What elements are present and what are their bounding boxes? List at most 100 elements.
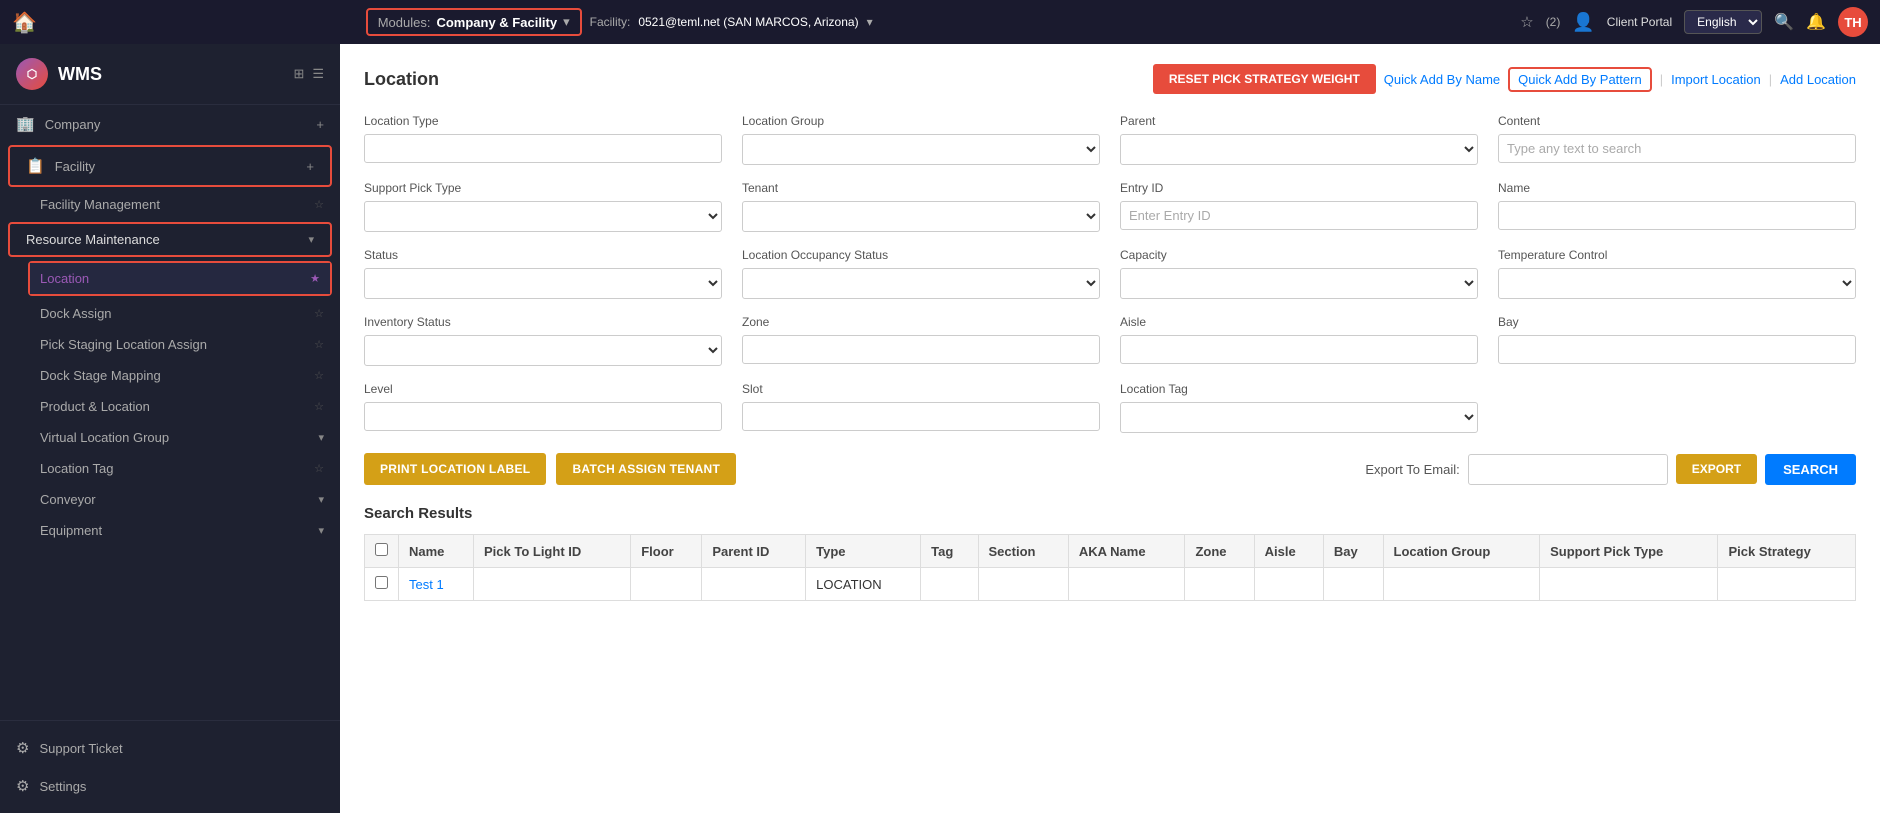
top-bar-right: ☆ (2) 👤 Client Portal English 🔍 🔔 TH	[1520, 7, 1868, 37]
reset-pick-strategy-button[interactable]: RESET PICK STRATEGY WEIGHT	[1153, 64, 1376, 94]
select-location-tag[interactable]	[1120, 402, 1478, 433]
sidebar-item-virtual-location-group[interactable]: Virtual Location Group ▾	[0, 422, 340, 453]
quick-add-by-pattern-button[interactable]: Quick Add By Pattern	[1510, 69, 1650, 90]
filter-location-tag: Location Tag	[1120, 382, 1478, 433]
sidebar-item-location-tag[interactable]: Location Tag ☆	[0, 453, 340, 484]
equipment-chevron-icon: ▾	[318, 524, 324, 537]
add-facility-icon[interactable]: +	[306, 159, 314, 174]
export-button[interactable]: EXPORT	[1676, 454, 1757, 484]
sidebar-item-equipment[interactable]: Equipment ▾	[0, 515, 340, 546]
sidebar-item-company[interactable]: 🏢 Company +	[0, 105, 340, 143]
sidebar-item-conveyor[interactable]: Conveyor ▾	[0, 484, 340, 515]
star-dock-assign-icon[interactable]: ☆	[314, 307, 324, 320]
select-capacity[interactable]	[1120, 268, 1478, 299]
sidebar-label-support-ticket: Support Ticket	[39, 741, 122, 756]
sidebar-item-product-location[interactable]: Product & Location ☆	[0, 391, 340, 422]
th-aisle: Aisle	[1254, 535, 1323, 568]
top-bar: 🏠 Modules: Company & Facility ▾ Facility…	[0, 0, 1880, 44]
input-level[interactable]	[364, 402, 722, 431]
star-icon[interactable]: ☆	[1520, 13, 1533, 31]
td-pick-strategy	[1718, 568, 1856, 601]
sidebar-item-settings[interactable]: ⚙ Settings	[0, 767, 340, 805]
sidebar-label-conveyor: Conveyor	[40, 492, 96, 507]
label-tenant: Tenant	[742, 181, 1100, 195]
star-location-tag-icon[interactable]: ☆	[314, 462, 324, 475]
sidebar-item-facility-management[interactable]: Facility Management ☆	[0, 189, 340, 220]
grid-icon[interactable]: ⊞	[293, 66, 304, 82]
sidebar-logo: ⬡	[16, 58, 48, 90]
star-product-location-icon[interactable]: ☆	[314, 400, 324, 413]
table-row: Test 1 LOCATION	[365, 568, 1856, 601]
sidebar-item-support-ticket[interactable]: ⚙ Support Ticket	[0, 729, 340, 767]
star-facility-management-icon[interactable]: ☆	[314, 198, 324, 211]
select-all-checkbox[interactable]	[375, 543, 388, 556]
conveyor-chevron-icon: ▾	[318, 493, 324, 506]
bell-icon[interactable]: 🔔	[1806, 14, 1826, 31]
sidebar-item-dock-stage-mapping[interactable]: Dock Stage Mapping ☆	[0, 360, 340, 391]
filter-parent: Parent	[1120, 114, 1478, 165]
select-location-group[interactable]	[742, 134, 1100, 165]
input-location-type[interactable]	[364, 134, 722, 163]
facility-chevron-icon[interactable]: ▾	[867, 15, 873, 29]
home-icon[interactable]: 🏠	[12, 10, 37, 35]
export-area: Export To Email: EXPORT SEARCH	[1365, 454, 1856, 485]
print-location-label-button[interactable]: PRINT LOCATION LABEL	[364, 453, 546, 485]
label-inventory-status: Inventory Status	[364, 315, 722, 329]
batch-assign-tenant-button[interactable]: BATCH ASSIGN TENANT	[556, 453, 736, 485]
input-name[interactable]	[1498, 201, 1856, 230]
star-pick-staging-icon[interactable]: ☆	[314, 338, 324, 351]
modules-value: Company & Facility	[436, 15, 557, 30]
label-support-pick-type: Support Pick Type	[364, 181, 722, 195]
label-location-type: Location Type	[364, 114, 722, 128]
td-support-pick-type	[1540, 568, 1718, 601]
th-name: Name	[399, 535, 474, 568]
th-section: Section	[978, 535, 1068, 568]
input-zone[interactable]	[742, 335, 1100, 364]
sidebar-item-pick-staging[interactable]: Pick Staging Location Assign ☆	[0, 329, 340, 360]
export-email-input[interactable]	[1468, 454, 1668, 485]
td-name[interactable]: Test 1	[399, 568, 474, 601]
results-title: Search Results	[364, 505, 1856, 522]
sidebar-item-resource-maintenance-wrapper: Resource Maintenance ▾	[8, 222, 332, 257]
select-support-pick-type[interactable]	[364, 201, 722, 232]
language-select[interactable]: English	[1684, 10, 1762, 34]
select-temperature-control[interactable]	[1498, 268, 1856, 299]
input-aisle[interactable]	[1120, 335, 1478, 364]
input-slot[interactable]	[742, 402, 1100, 431]
filter-grid: Location Type Location Group Parent Cont…	[364, 114, 1856, 433]
input-content[interactable]	[1498, 134, 1856, 163]
select-location-occupancy-status[interactable]	[742, 268, 1100, 299]
star-dock-stage-mapping-icon[interactable]: ☆	[314, 369, 324, 382]
sidebar-item-dock-assign[interactable]: Dock Assign ☆	[0, 298, 340, 329]
user-icon[interactable]: 👤	[1572, 12, 1594, 33]
input-bay[interactable]	[1498, 335, 1856, 364]
quick-add-by-name-button[interactable]: Quick Add By Name	[1384, 72, 1500, 87]
select-inventory-status[interactable]	[364, 335, 722, 366]
search-button[interactable]: SEARCH	[1765, 454, 1856, 485]
avatar[interactable]: TH	[1838, 7, 1868, 37]
input-entry-id[interactable]	[1120, 201, 1478, 230]
sidebar-item-facility[interactable]: 📋 Facility +	[10, 147, 330, 185]
select-parent[interactable]	[1120, 134, 1478, 165]
add-company-icon[interactable]: +	[316, 117, 324, 132]
import-location-button[interactable]: Import Location	[1671, 72, 1761, 87]
select-tenant[interactable]	[742, 201, 1100, 232]
sidebar-item-location[interactable]: Location ★	[30, 263, 330, 294]
menu-icon[interactable]: ☰	[312, 66, 324, 82]
add-location-button[interactable]: Add Location	[1780, 72, 1856, 87]
th-aka-name: AKA Name	[1068, 535, 1185, 568]
modules-chevron-icon[interactable]: ▾	[563, 14, 570, 30]
star-location-icon[interactable]: ★	[310, 272, 320, 285]
sidebar-item-resource-maintenance[interactable]: Resource Maintenance ▾	[10, 224, 330, 255]
label-aisle: Aisle	[1120, 315, 1478, 329]
label-slot: Slot	[742, 382, 1100, 396]
label-temperature-control: Temperature Control	[1498, 248, 1856, 262]
select-status[interactable]	[364, 268, 722, 299]
client-portal-link[interactable]: Client Portal	[1607, 15, 1672, 29]
modules-pill[interactable]: Modules: Company & Facility ▾	[366, 8, 582, 36]
row-checkbox[interactable]	[375, 576, 388, 589]
filter-name: Name	[1498, 181, 1856, 232]
filter-inventory-status: Inventory Status	[364, 315, 722, 366]
search-icon[interactable]: 🔍	[1774, 12, 1794, 32]
sidebar-title: WMS	[58, 64, 102, 85]
